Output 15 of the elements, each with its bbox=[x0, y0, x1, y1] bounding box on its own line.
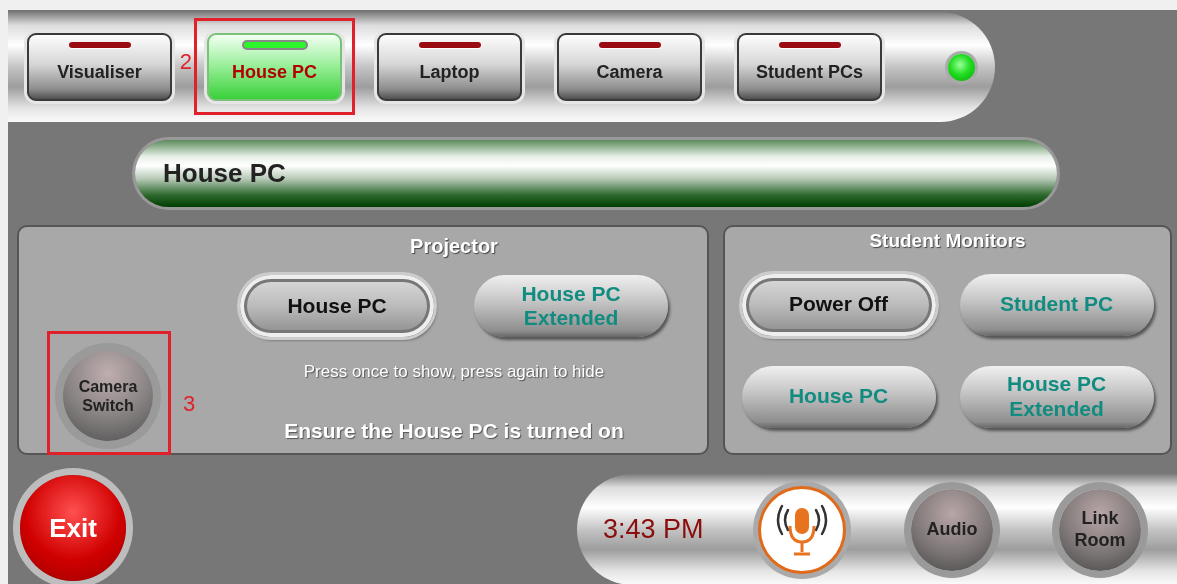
clock-text: 3:43 PM bbox=[603, 513, 705, 547]
notice-text: Ensure the House PC is turned on bbox=[284, 417, 624, 444]
source-tab[interactable]: Laptop bbox=[377, 33, 522, 101]
annotation-number: 2 bbox=[179, 51, 192, 73]
source-tab[interactable]: Visualiser bbox=[27, 33, 172, 101]
source-tab[interactable]: House PC bbox=[207, 33, 342, 101]
title-text: House PC bbox=[163, 157, 286, 190]
source-button[interactable]: Power Off bbox=[741, 273, 936, 336]
panel-heading: Student Monitors bbox=[869, 229, 1026, 253]
source-tab[interactable]: Camera bbox=[557, 33, 702, 101]
source-tab[interactable]: Student PCs bbox=[737, 33, 882, 101]
source-button[interactable]: House PC bbox=[240, 275, 434, 337]
hint-text: Press once to show, press again to hide bbox=[303, 361, 605, 383]
annotation-number: 3 bbox=[183, 393, 196, 415]
panel-heading: Projector bbox=[410, 234, 498, 259]
